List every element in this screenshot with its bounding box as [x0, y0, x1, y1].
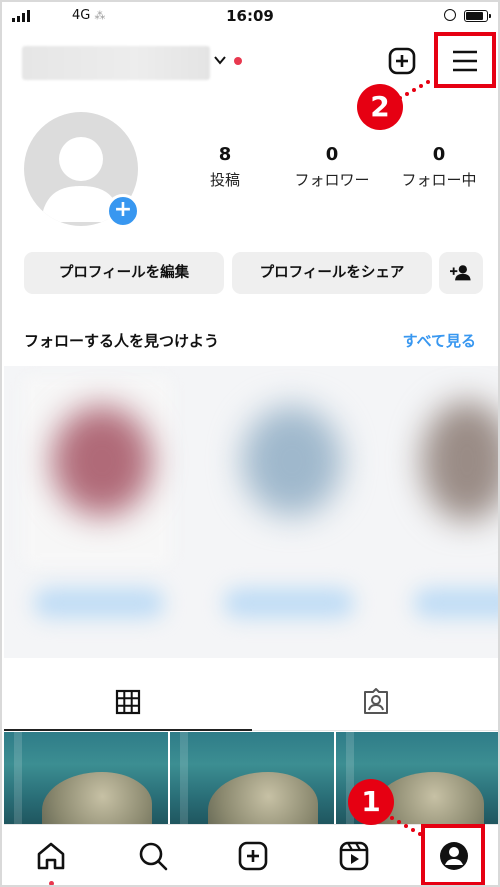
- suggestion-follow-button[interactable]: [414, 588, 498, 618]
- rotation-lock-icon: [444, 9, 456, 21]
- connector-dots: [398, 80, 430, 100]
- reels-icon[interactable]: [337, 839, 371, 873]
- highlight-menu-box: [434, 32, 496, 88]
- share-profile-button[interactable]: プロフィールをシェア: [232, 252, 432, 294]
- suggestion-avatar: [242, 406, 342, 516]
- status-bar: 4G ⁂ 16:09: [2, 2, 498, 30]
- screen-frame: 4G ⁂ 16:09 + 8 投稿 0 フォロワー 0 フォロー中 プロフィール…: [0, 0, 500, 887]
- add-story-button[interactable]: +: [106, 194, 140, 228]
- posts-label: 投稿: [209, 171, 240, 189]
- post-grid: [4, 732, 498, 824]
- suggestion-follow-button[interactable]: [224, 588, 354, 618]
- home-icon[interactable]: [34, 839, 68, 873]
- notification-dot: [234, 57, 242, 65]
- username-redacted[interactable]: [22, 46, 210, 80]
- followers-label: フォロワー: [294, 171, 370, 189]
- stat-followers[interactable]: 0 フォロワー: [277, 144, 387, 190]
- post-thumbnail[interactable]: [4, 732, 168, 824]
- search-icon[interactable]: [136, 839, 170, 873]
- create-icon[interactable]: [236, 839, 270, 873]
- add-user-icon: [450, 265, 471, 281]
- grid-icon: [115, 689, 141, 715]
- connector-dots: [390, 816, 422, 836]
- step-badge-1: 1: [348, 779, 394, 825]
- suggestion-avatar: [422, 401, 498, 521]
- followers-count: 0: [325, 144, 339, 165]
- suggestion-follow-button[interactable]: [34, 588, 164, 618]
- step-badge-2: 2: [357, 84, 403, 130]
- discover-title: フォローする人を見つけよう: [24, 332, 220, 350]
- tab-posts[interactable]: [4, 659, 252, 731]
- profile-tabs: [4, 659, 498, 731]
- posts-count: 8: [218, 144, 232, 165]
- following-count: 0: [432, 144, 446, 165]
- see-all-link[interactable]: すべて見る: [403, 330, 476, 351]
- stat-following[interactable]: 0 フォロー中: [384, 144, 494, 190]
- chevron-down-icon[interactable]: [212, 52, 228, 68]
- status-time: 16:09: [226, 7, 274, 25]
- battery-icon: [464, 10, 491, 22]
- suggested-people-carousel[interactable]: [4, 366, 498, 658]
- create-icon[interactable]: [387, 46, 417, 76]
- highlight-profile-box: [421, 824, 485, 885]
- tab-tagged[interactable]: [252, 659, 498, 731]
- suggestion-avatar: [52, 406, 152, 516]
- home-notification-dot: [49, 881, 54, 885]
- stat-posts[interactable]: 8 投稿: [170, 144, 280, 190]
- discover-people-button[interactable]: [439, 252, 483, 294]
- tagged-icon: [364, 688, 388, 714]
- post-thumbnail[interactable]: [170, 732, 334, 824]
- edit-profile-button[interactable]: プロフィールを編集: [24, 252, 224, 294]
- following-label: フォロー中: [401, 171, 477, 189]
